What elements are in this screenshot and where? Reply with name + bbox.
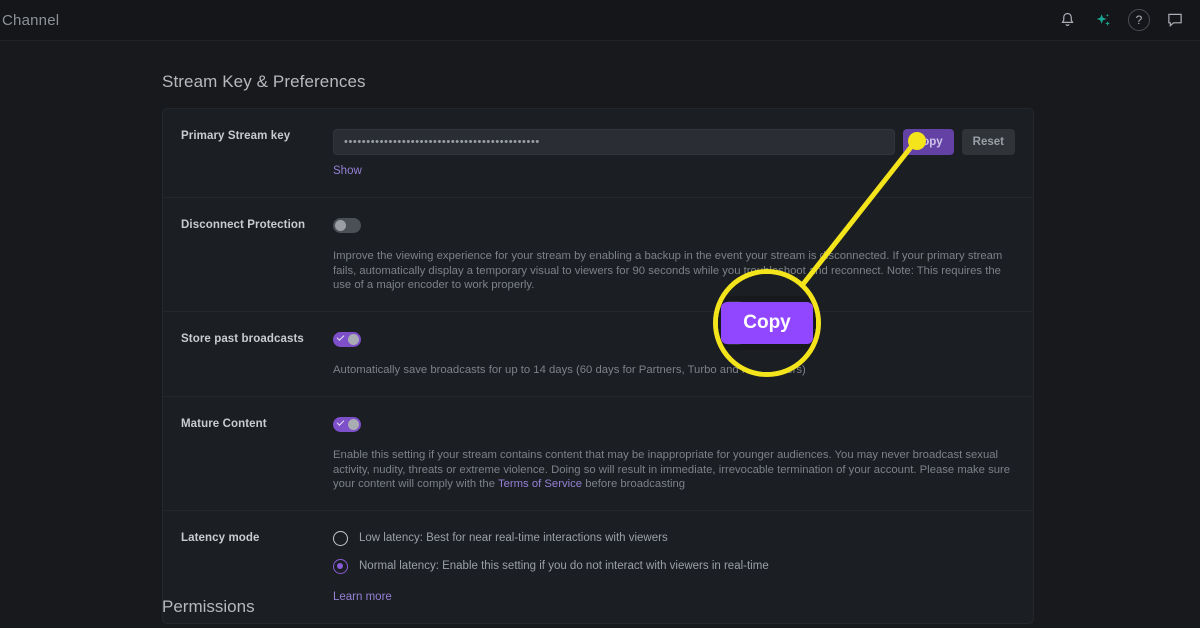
mature-content-label: Mature Content — [181, 417, 267, 430]
top-bar-icon-group: ? — [1056, 9, 1200, 31]
row-latency-mode: Latency mode Low latency: Best for near … — [163, 511, 1033, 623]
terms-of-service-link[interactable]: Terms of Service — [498, 478, 582, 490]
top-bar: Channel ? — [0, 0, 1200, 41]
stream-key-input[interactable]: ••••••••••••••••••••••••••••••••••••••••… — [333, 129, 895, 155]
store-past-broadcasts-toggle[interactable] — [333, 332, 361, 348]
toggle-knob — [348, 418, 359, 430]
show-stream-key-link[interactable]: Show — [333, 165, 362, 177]
mature-content-description: Enable this setting if your stream conta… — [333, 448, 1015, 492]
mature-content-description-part2: before broadcasting — [582, 478, 686, 491]
row-primary-stream-key: Primary Stream key •••••••••••••••••••••… — [163, 109, 1033, 198]
latency-option-normal[interactable]: Normal latency: Enable this setting if y… — [333, 558, 1015, 574]
row-mature-content: Mature Content Enable this setting if yo… — [163, 397, 1033, 511]
page-title: Channel — [2, 11, 60, 29]
check-icon — [336, 333, 345, 341]
toggle-knob — [335, 220, 346, 231]
reset-button[interactable]: Reset — [961, 129, 1015, 155]
notifications-icon[interactable] — [1056, 9, 1078, 31]
row-disconnect-protection: Disconnect Protection Improve the viewin… — [163, 198, 1033, 313]
check-icon — [336, 417, 345, 426]
copy-button[interactable]: Copy — [902, 129, 954, 155]
learn-more-link[interactable]: Learn more — [333, 591, 392, 603]
help-icon[interactable]: ? — [1128, 9, 1150, 31]
stream-preferences-panel: Primary Stream key •••••••••••••••••••••… — [162, 108, 1034, 624]
latency-option-normal-label: Normal latency: Enable this setting if y… — [359, 560, 769, 573]
help-icon-glyph: ? — [1135, 13, 1143, 27]
latency-option-low[interactable]: Low latency: Best for near real-time int… — [333, 530, 1015, 546]
stream-key-controls: ••••••••••••••••••••••••••••••••••••••••… — [333, 129, 1015, 155]
radio-icon-normal-latency[interactable] — [333, 558, 348, 574]
toggle-knob — [348, 334, 359, 346]
store-past-broadcasts-description: Automatically save broadcasts for up to … — [333, 364, 806, 377]
disconnect-protection-label: Disconnect Protection — [181, 219, 306, 231]
disconnect-protection-toggle[interactable] — [333, 218, 361, 233]
row-store-past-broadcasts: Store past broadcasts Automatically save… — [163, 312, 1033, 397]
disconnect-protection-description: Improve the viewing experience for your … — [333, 250, 1003, 292]
mature-content-toggle[interactable] — [333, 416, 361, 432]
latency-mode-label: Latency mode — [181, 531, 260, 544]
store-past-broadcasts-label: Store past broadcasts — [181, 333, 304, 346]
latency-option-low-label: Low latency: Best for near real-time int… — [359, 532, 668, 545]
section-heading: Stream Key & Preferences — [162, 72, 366, 91]
radio-icon-low-latency[interactable] — [333, 530, 348, 546]
primary-stream-key-label: Primary Stream key — [181, 130, 291, 142]
ai-sparkle-icon[interactable] — [1092, 9, 1114, 31]
permissions-heading: Permissions — [162, 597, 255, 616]
chat-icon[interactable] — [1164, 9, 1186, 31]
